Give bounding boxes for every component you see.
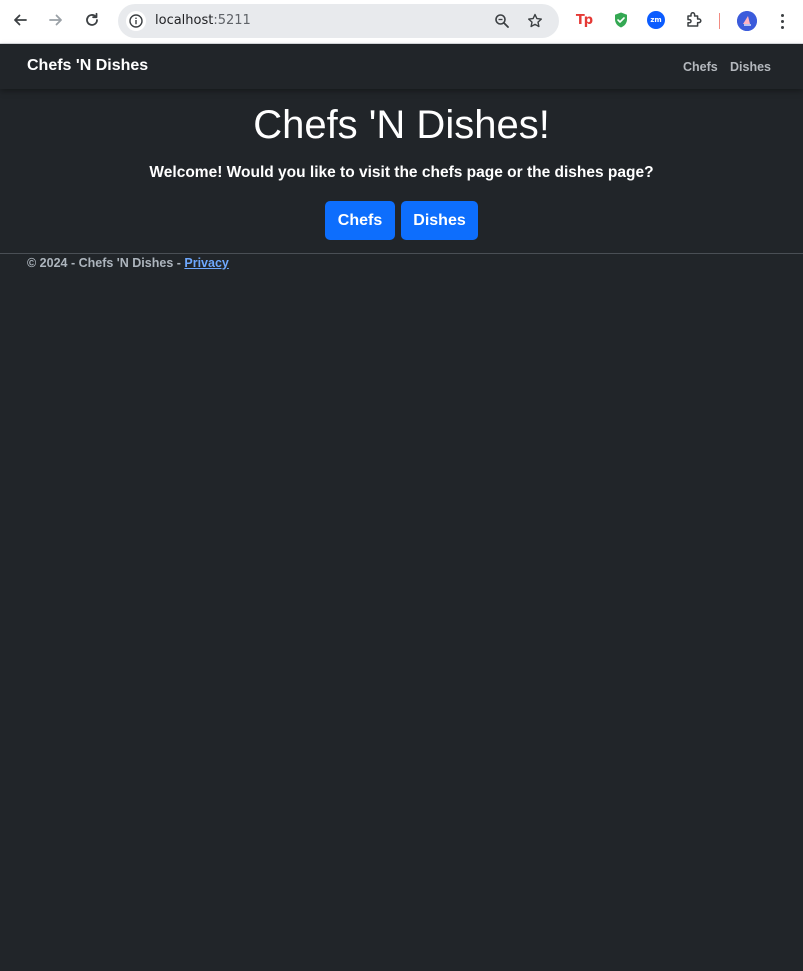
tp-extension-icon[interactable]: Tp [574, 10, 594, 30]
nav-link-chefs[interactable]: Chefs [683, 60, 718, 74]
browser-toolbar: localhost:5211 Tp zm [0, 0, 803, 44]
address-url[interactable]: localhost:5211 [155, 13, 251, 28]
main-content: Chefs 'N Dishes! Welcome! Would you like… [0, 100, 803, 240]
toolbar-divider [719, 13, 720, 29]
profile-avatar-icon[interactable] [737, 11, 757, 31]
url-host: localhost [155, 13, 214, 28]
browser-menu-icon[interactable] [776, 10, 788, 32]
chefs-button[interactable]: Chefs [325, 201, 395, 240]
zoom-extension-icon[interactable]: zm [647, 11, 665, 29]
zoom-icon[interactable] [492, 11, 512, 31]
back-arrow-icon[interactable] [8, 8, 32, 32]
reload-icon[interactable] [80, 8, 104, 32]
privacy-link[interactable]: Privacy [184, 256, 228, 270]
forward-arrow-icon[interactable] [44, 8, 68, 32]
page-title: Chefs 'N Dishes! [253, 103, 550, 147]
site-info-icon[interactable] [126, 11, 146, 31]
shield-extension-icon[interactable] [611, 10, 631, 30]
welcome-text: Welcome! Would you like to visit the che… [149, 164, 654, 181]
footer: © 2024 - Chefs 'N Dishes - Privacy [27, 256, 229, 270]
app-navbar: Chefs 'N Dishes Chefs Dishes [0, 45, 803, 89]
nav-link-dishes[interactable]: Dishes [730, 60, 771, 74]
address-bar[interactable]: localhost:5211 [118, 4, 559, 38]
footer-divider [0, 253, 803, 254]
navbar-brand[interactable]: Chefs 'N Dishes [27, 57, 148, 75]
action-buttons: Chefs Dishes [0, 201, 803, 240]
bookmark-star-icon[interactable] [525, 11, 545, 31]
url-port: :5211 [213, 13, 251, 28]
footer-copyright: © 2024 - Chefs 'N Dishes - [27, 256, 185, 270]
extensions-puzzle-icon[interactable] [684, 10, 704, 30]
dishes-button[interactable]: Dishes [401, 201, 478, 240]
